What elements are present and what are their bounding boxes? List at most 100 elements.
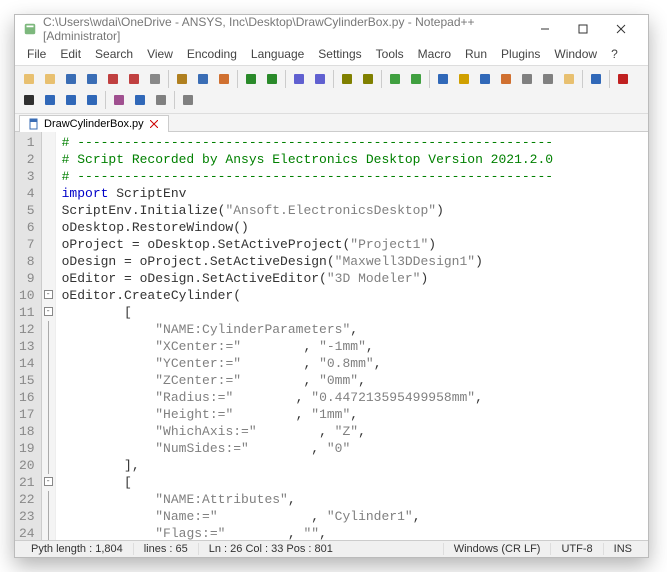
toolbar [15,65,648,114]
lang-icon[interactable] [496,69,516,89]
save-icon[interactable] [61,69,81,89]
print-icon[interactable] [145,69,165,89]
menu-[interactable]: ? [605,45,624,63]
new-file-icon[interactable] [19,69,39,89]
settings-icon[interactable] [151,90,171,110]
folder-icon[interactable] [559,69,579,89]
doc-map-icon[interactable] [517,69,537,89]
menu-search[interactable]: Search [89,45,139,63]
code-line[interactable]: oEditor.CreateCylinder( [62,287,642,304]
status-ins[interactable]: INS [604,543,642,555]
record-icon[interactable] [613,69,633,89]
wrap-icon[interactable] [433,69,453,89]
menu-plugins[interactable]: Plugins [495,45,546,63]
play-icon[interactable] [40,90,60,110]
line-number: 22 [19,491,35,508]
code-line[interactable]: "NumSides:=" , "0" [62,440,642,457]
code-line[interactable]: "WhichAxis:=" , "Z", [62,423,642,440]
toolbar-separator [105,91,106,109]
close-all-icon[interactable] [124,69,144,89]
code-line[interactable]: oDesktop.RestoreWindow() [62,219,642,236]
close-button[interactable] [602,17,640,41]
code-line[interactable]: "NAME:Attributes", [62,491,642,508]
copy-icon[interactable] [193,69,213,89]
code-line[interactable]: [ [62,474,642,491]
menu-run[interactable]: Run [459,45,493,63]
code-line[interactable]: # --------------------------------------… [62,168,642,185]
fold-toggle[interactable]: - [44,307,53,316]
code-line[interactable]: "Flags:=" , "", [62,525,642,540]
open-file-icon[interactable] [40,69,60,89]
close-icon[interactable] [103,69,123,89]
menu-window[interactable]: Window [548,45,603,63]
code-line[interactable]: [ [62,304,642,321]
indent-guide-icon[interactable] [475,69,495,89]
toolbar-separator [381,70,382,88]
fold-toggle[interactable]: - [44,477,53,486]
menu-file[interactable]: File [21,45,52,63]
code-area[interactable]: # --------------------------------------… [56,132,648,540]
zoom-in-icon[interactable] [337,69,357,89]
app-icon [23,22,37,36]
fold-column[interactable]: - - - [42,132,56,540]
code-line[interactable]: "Radius:=" , "0.447213595499958mm", [62,389,642,406]
menu-edit[interactable]: Edit [54,45,87,63]
file-tab[interactable]: DrawCylinderBox.py [19,115,169,132]
menu-language[interactable]: Language [245,45,310,63]
code-line[interactable]: oProject = oDesktop.SetActiveProject("Pr… [62,236,642,253]
minimize-button[interactable] [526,17,564,41]
code-line[interactable]: "Height:=" , "1mm", [62,406,642,423]
compare-icon[interactable] [109,90,129,110]
monitor-icon[interactable] [586,69,606,89]
more-icon[interactable] [178,90,198,110]
all-chars-icon[interactable] [454,69,474,89]
code-line[interactable]: "ZCenter:=" , "0mm", [62,372,642,389]
code-line[interactable]: "XCenter:=" , "-1mm", [62,338,642,355]
undo-icon[interactable] [241,69,261,89]
toolbar-separator [174,91,175,109]
redo-icon[interactable] [262,69,282,89]
editor[interactable]: 1234567891011121314151617181920212223242… [15,132,648,540]
menu-encoding[interactable]: Encoding [181,45,243,63]
save-all-icon[interactable] [82,69,102,89]
code-line[interactable]: "NAME:CylinderParameters", [62,321,642,338]
line-number: 9 [19,270,35,287]
fold-line [48,338,49,355]
save-macro-icon[interactable] [82,90,102,110]
code-line[interactable]: oEditor = oDesign.SetActiveEditor("3D Mo… [62,270,642,287]
menu-macro[interactable]: Macro [412,45,457,63]
menubar: FileEditSearchViewEncodingLanguageSettin… [15,43,648,65]
code-line[interactable]: oDesign = oProject.SetActiveDesign("Maxw… [62,253,642,270]
code-line[interactable]: ScriptEnv.Initialize("Ansoft.Electronics… [62,202,642,219]
code-line[interactable]: "YCenter:=" , "0.8mm", [62,355,642,372]
fold-toggle[interactable]: - [44,290,53,299]
func-list-icon[interactable] [538,69,558,89]
code-line[interactable]: # --------------------------------------… [62,134,642,151]
menu-view[interactable]: View [141,45,179,63]
status-lines: lines : 65 [134,543,199,555]
replace-icon[interactable] [310,69,330,89]
menu-settings[interactable]: Settings [312,45,367,63]
zoom-out-icon[interactable] [358,69,378,89]
paste-icon[interactable] [214,69,234,89]
fold-line [48,372,49,389]
fold-line [48,389,49,406]
sync-h-icon[interactable] [406,69,426,89]
maximize-button[interactable] [564,17,602,41]
status-eol[interactable]: Windows (CR LF) [444,543,552,555]
find-icon[interactable] [289,69,309,89]
stop-icon[interactable] [19,90,39,110]
code-line[interactable]: "Name:=" , "Cylinder1", [62,508,642,525]
line-number: 15 [19,372,35,389]
code-line[interactable]: # Script Recorded by Ansys Electronics D… [62,151,642,168]
code-line[interactable]: import ScriptEnv [62,185,642,202]
tab-close-button[interactable] [148,118,160,130]
code-line[interactable]: ], [62,457,642,474]
plugin-icon[interactable] [130,90,150,110]
sync-v-icon[interactable] [385,69,405,89]
menu-tools[interactable]: Tools [370,45,410,63]
cut-icon[interactable] [172,69,192,89]
play-multi-icon[interactable] [61,90,81,110]
status-encoding[interactable]: UTF-8 [551,543,603,555]
line-number: 2 [19,151,35,168]
